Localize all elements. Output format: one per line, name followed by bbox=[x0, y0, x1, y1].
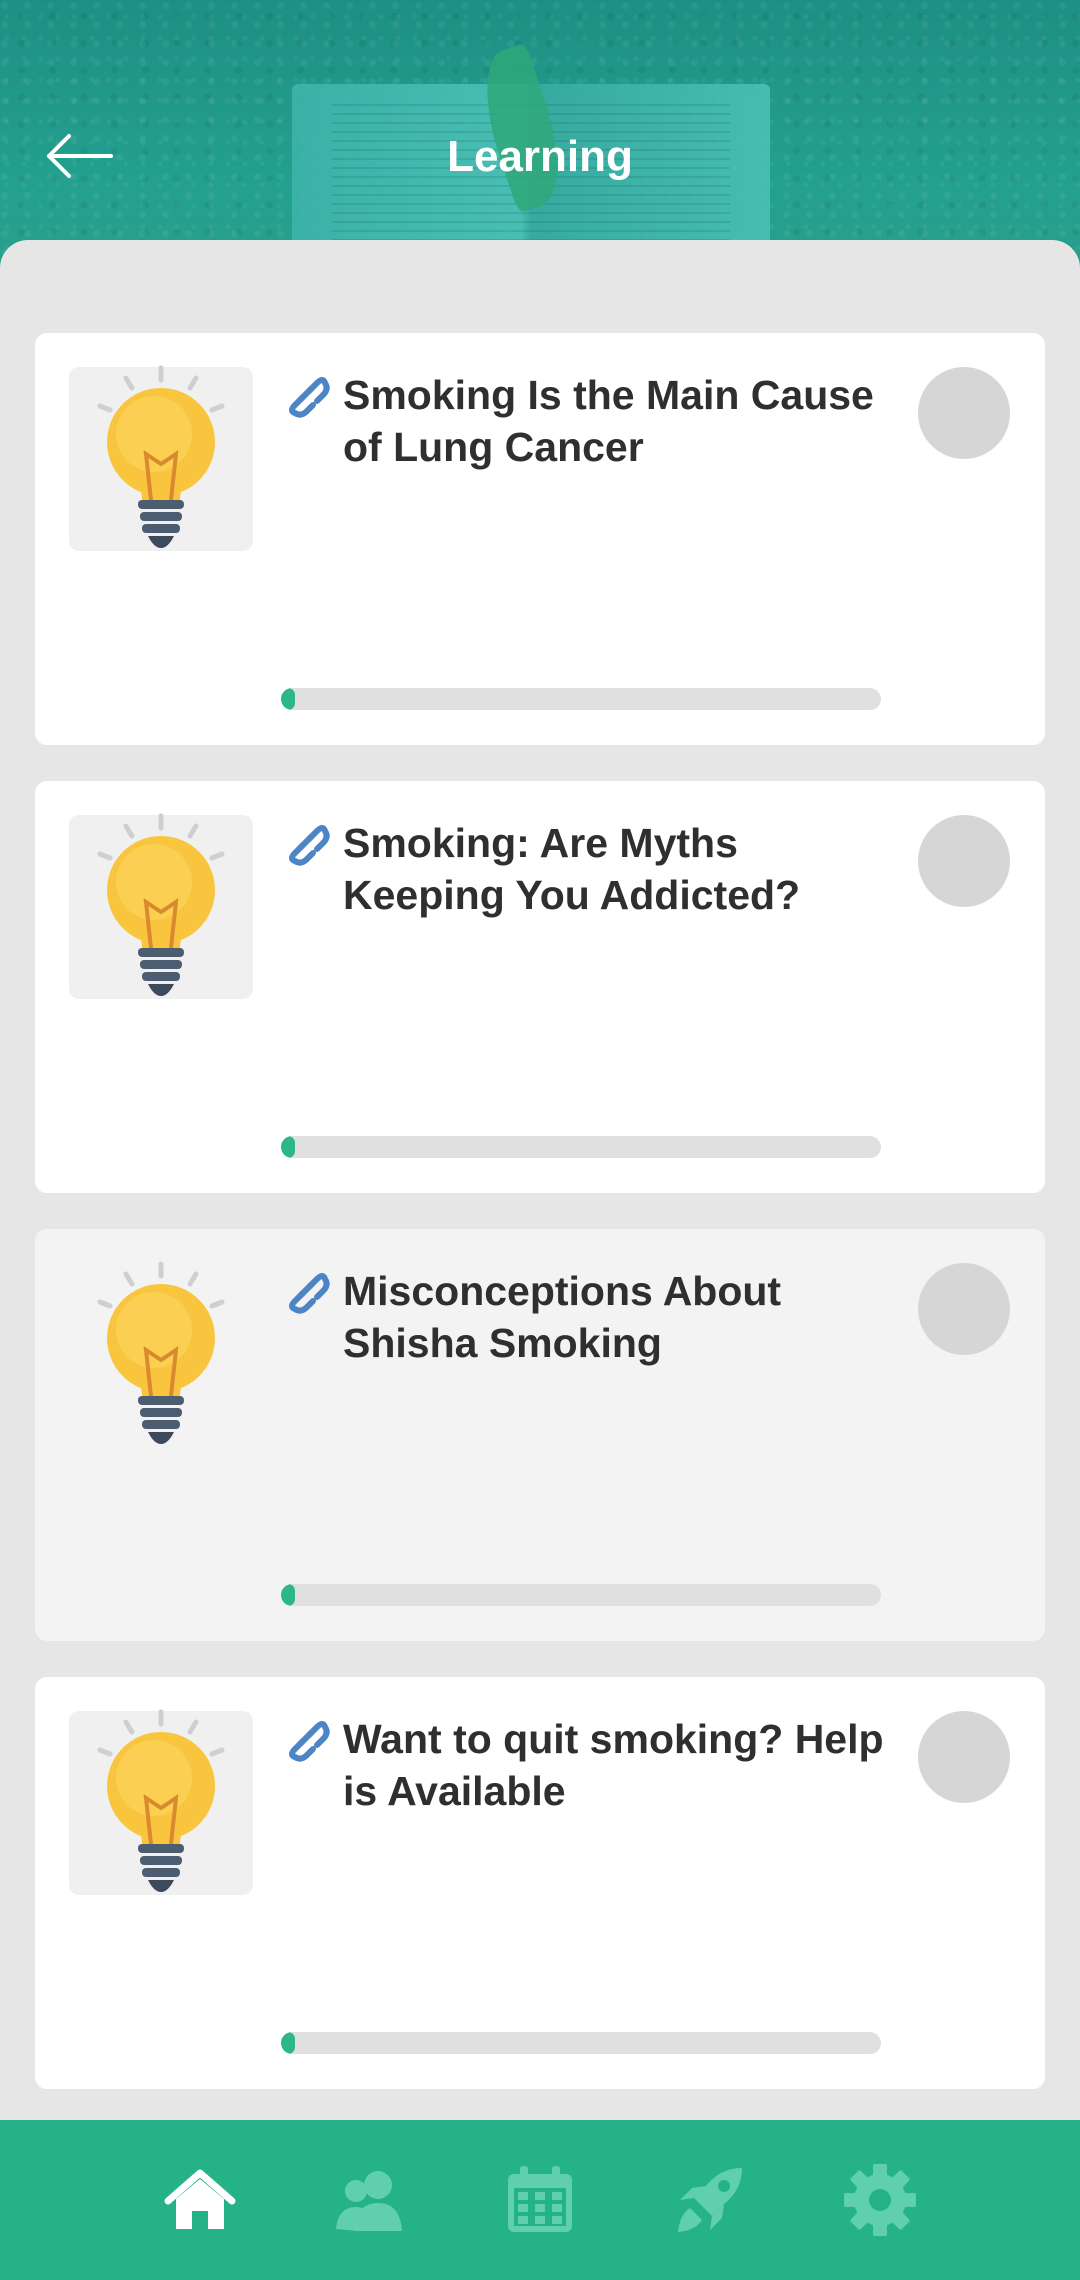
page-title: Learning bbox=[447, 132, 633, 181]
link-icon bbox=[289, 825, 330, 866]
lesson-title: Misconceptions About Shisha Smoking bbox=[343, 1268, 782, 1366]
lesson-card[interactable]: Want to quit smoking? Help is Available bbox=[35, 1677, 1045, 2089]
completion-indicator bbox=[918, 815, 1010, 907]
home-icon bbox=[164, 2169, 236, 2229]
lightbulb-icon bbox=[69, 365, 253, 551]
nav-goals[interactable] bbox=[670, 2160, 750, 2240]
progress-bar bbox=[281, 1136, 881, 1158]
lesson-card[interactable]: Misconceptions About Shisha Smoking bbox=[35, 1229, 1045, 1641]
lesson-title: Smoking: Are Myths Keeping You Addicted? bbox=[343, 820, 801, 918]
completion-indicator bbox=[918, 1263, 1010, 1355]
progress-bar bbox=[281, 2032, 881, 2054]
lightbulb-icon bbox=[69, 1261, 253, 1447]
people-icon bbox=[336, 2171, 402, 2231]
completion-indicator bbox=[918, 1711, 1010, 1803]
lightbulb-icon bbox=[69, 1709, 253, 1895]
link-icon bbox=[289, 377, 330, 418]
lesson-title: Smoking Is the Main Cause of Lung Cancer bbox=[343, 372, 874, 470]
progress-bar bbox=[281, 688, 881, 710]
bottom-navigation bbox=[0, 2120, 1080, 2280]
completion-indicator bbox=[918, 367, 1010, 459]
lesson-card[interactable]: Smoking: Are Myths Keeping You Addicted? bbox=[35, 781, 1045, 1193]
calendar-icon bbox=[508, 2166, 572, 2232]
nav-calendar[interactable] bbox=[500, 2160, 580, 2240]
gear-icon bbox=[844, 2164, 916, 2236]
progress-bar bbox=[281, 1584, 881, 1606]
lesson-title: Want to quit smoking? Help is Available bbox=[343, 1716, 884, 1814]
lesson-card[interactable]: Smoking Is the Main Cause of Lung Cancer bbox=[35, 333, 1045, 745]
link-icon bbox=[289, 1273, 330, 1314]
lightbulb-icon bbox=[69, 813, 253, 999]
rocket-icon bbox=[678, 2168, 742, 2232]
nav-settings[interactable] bbox=[840, 2160, 920, 2240]
nav-community[interactable] bbox=[330, 2160, 410, 2240]
nav-home[interactable] bbox=[160, 2160, 240, 2240]
link-icon bbox=[289, 1721, 330, 1762]
